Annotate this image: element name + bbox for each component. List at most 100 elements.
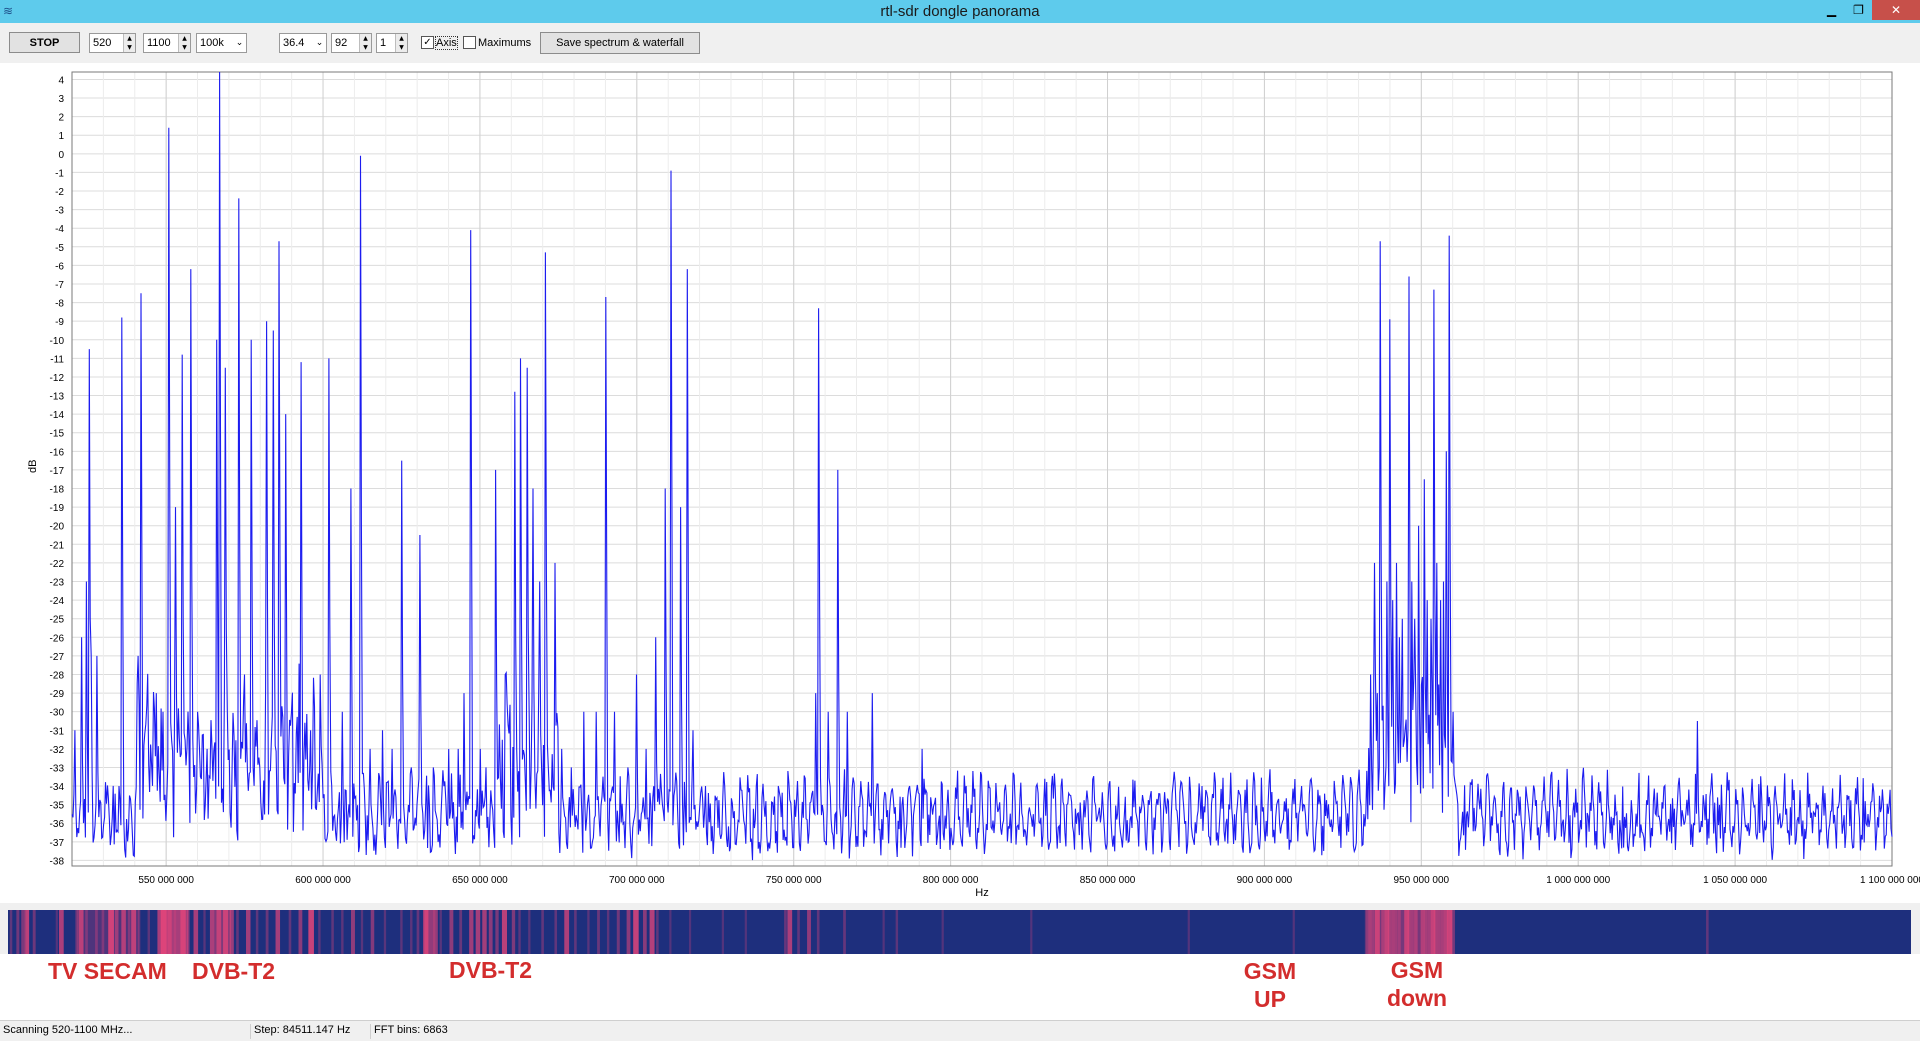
waterfall-band <box>370 910 375 954</box>
x-tick-label: 650 000 000 <box>452 875 508 886</box>
spin-up-icon[interactable]: ▲ <box>124 34 135 43</box>
x-axis-ticks: 550 000 000 600 000 000 650 000 000 700 000… <box>138 875 1920 886</box>
step-select[interactable]: 100k ⌄ <box>196 33 247 53</box>
toolbar: STOP 520 ▲ ▼ 1100 ▲ ▼ 100k ⌄ 36.4 ⌄ 92 ▲ ▼ … <box>0 23 1920 63</box>
x-tick-label: 850 000 000 <box>1080 875 1136 886</box>
avg-value[interactable]: 1 <box>377 37 395 49</box>
start-freq-spinner[interactable]: 520 ▲ ▼ <box>89 33 136 53</box>
waterfall-band <box>308 910 314 954</box>
status-step: Step: 84511.147 Hz <box>250 1024 350 1039</box>
waterfall-band <box>439 910 442 954</box>
checkmark-icon[interactable]: ✓ <box>421 36 434 49</box>
y-tick-label: 4 <box>58 75 64 86</box>
y-tick-label: -10 <box>50 336 65 347</box>
y-tick-label: -37 <box>50 838 65 849</box>
y-tick-label: 2 <box>58 113 64 124</box>
chevron-down-icon[interactable]: ⌄ <box>233 38 246 48</box>
waterfall-display[interactable] <box>8 910 1911 954</box>
chevron-down-icon[interactable]: ⌄ <box>313 38 326 48</box>
spin-up-icon[interactable]: ▲ <box>396 34 407 43</box>
waterfall-band <box>587 910 590 954</box>
y-tick-label: -20 <box>50 522 65 533</box>
maximums-checkbox-label[interactable]: Maximums <box>478 37 531 49</box>
spin-down-icon[interactable]: ▼ <box>396 43 407 52</box>
y-tick-label: -6 <box>55 261 64 272</box>
waterfall-band <box>895 910 899 954</box>
step-select-value[interactable]: 100k <box>197 37 233 49</box>
stop-button[interactable]: STOP <box>9 32 80 53</box>
y-tick-label: -25 <box>50 615 65 626</box>
close-button[interactable]: ✕ <box>1872 0 1920 20</box>
waterfall-band <box>383 910 387 954</box>
save-spectrum-button[interactable]: Save spectrum & waterfall <box>540 32 700 54</box>
waterfall-band <box>32 910 36 954</box>
waterfall-band <box>633 910 639 954</box>
y-tick-label: 1 <box>58 131 64 142</box>
maximums-checkbox[interactable]: Maximums <box>463 36 531 49</box>
y-tick-label: -14 <box>50 410 65 421</box>
restore-button[interactable]: ❐ <box>1845 0 1872 20</box>
waterfall-band <box>616 910 620 954</box>
spectrum-chart[interactable]: 4 3 2 1 0 -1 -2 -3 -4 -5 -6 -7 -8 -9 -10 -11 -12 -13 -14 -1… <box>0 63 1920 903</box>
waterfall-band <box>351 910 355 954</box>
x-tick-label: 1 100 000 000 <box>1860 875 1920 886</box>
close-icon: ✕ <box>1890 3 1902 17</box>
waterfall-band <box>360 910 364 954</box>
param-arrows[interactable]: ▲ ▼ <box>359 34 371 52</box>
end-freq-arrows[interactable]: ▲ ▼ <box>178 34 190 52</box>
waterfall-band <box>469 910 474 954</box>
y-tick-label: -7 <box>55 280 64 291</box>
spin-up-icon[interactable]: ▲ <box>179 34 190 43</box>
param-spinner[interactable]: 92 ▲ ▼ <box>331 33 372 53</box>
waterfall-band <box>24 910 30 954</box>
avg-arrows[interactable]: ▲ ▼ <box>395 34 407 52</box>
window-title: rtl-sdr dongle panorama <box>880 3 1040 20</box>
waterfall-band <box>255 910 259 954</box>
annotation-gsm-up: GSM UP <box>1243 958 1297 1012</box>
annotation-dvb-t2-2: DVB-T2 <box>449 957 533 983</box>
y-tick-label: -4 <box>55 224 64 235</box>
waterfall-band <box>564 910 570 954</box>
chart-grid <box>72 72 1893 866</box>
end-freq-value[interactable]: 1100 <box>144 37 178 49</box>
spin-down-icon[interactable]: ▼ <box>124 43 135 52</box>
y-tick-label: -9 <box>55 317 64 328</box>
spin-down-icon[interactable]: ▼ <box>360 43 371 52</box>
y-tick-label: 3 <box>58 94 64 105</box>
waterfall-band <box>203 910 206 954</box>
waterfall-band <box>649 910 655 954</box>
annotation-area: TV SECAM DVB-T2 DVB-T2 GSM UP GSM down <box>0 954 1920 1020</box>
waterfall-band <box>669 910 672 954</box>
x-tick-label: 800 000 000 <box>923 875 979 886</box>
y-tick-label: -34 <box>50 782 65 793</box>
y-tick-label: -17 <box>50 466 65 477</box>
y-tick-label: -26 <box>50 633 65 644</box>
x-tick-label: 900 000 000 <box>1237 875 1293 886</box>
gain-select-value[interactable]: 36.4 <box>280 37 313 49</box>
y-tick-label: -19 <box>50 503 65 514</box>
waterfall-canvas <box>8 910 1911 954</box>
waterfall-band <box>147 910 150 954</box>
waterfall-band <box>21 910 25 954</box>
y-tick-label: -18 <box>50 485 65 496</box>
waterfall-band <box>318 910 321 954</box>
minimize-button[interactable]: ▁ <box>1818 0 1845 20</box>
avg-spinner[interactable]: 1 ▲ ▼ <box>376 33 408 53</box>
y-tick-label: -24 <box>50 596 65 607</box>
start-freq-arrows[interactable]: ▲ ▼ <box>123 34 135 52</box>
spin-up-icon[interactable]: ▲ <box>360 34 371 43</box>
spin-down-icon[interactable]: ▼ <box>179 43 190 52</box>
end-freq-spinner[interactable]: 1100 ▲ ▼ <box>143 33 191 53</box>
axis-checkbox-label[interactable]: Axis <box>435 35 458 50</box>
waterfall-band <box>744 910 747 954</box>
y-tick-label: 0 <box>58 150 64 161</box>
y-tick-label: -27 <box>50 652 65 663</box>
checkbox-empty-icon[interactable] <box>463 36 476 49</box>
start-freq-value[interactable]: 520 <box>90 37 123 49</box>
gain-select[interactable]: 36.4 ⌄ <box>279 33 327 53</box>
waterfall-band <box>193 910 199 954</box>
axis-checkbox[interactable]: ✓ Axis <box>421 35 458 50</box>
waterfall-band <box>606 910 610 954</box>
y-tick-label: -16 <box>50 447 65 458</box>
param-value[interactable]: 92 <box>332 37 359 49</box>
